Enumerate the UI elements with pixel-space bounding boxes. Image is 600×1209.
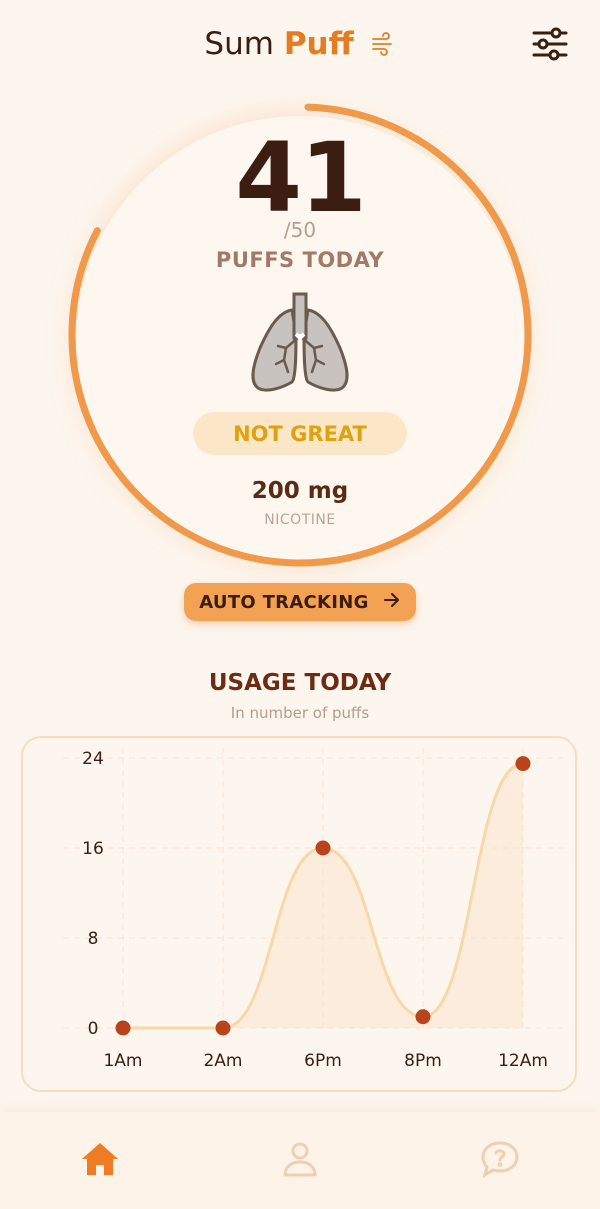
data-point xyxy=(415,1009,431,1025)
nav-help[interactable] xyxy=(480,1139,520,1179)
y-tick-label: 24 xyxy=(82,749,104,769)
wind-icon xyxy=(370,28,396,64)
y-tick-label: 0 xyxy=(88,1019,99,1039)
data-point xyxy=(315,840,331,856)
nav-profile[interactable] xyxy=(280,1139,320,1179)
user-icon xyxy=(283,1142,317,1177)
auto-tracking-label: AUTO TRACKING xyxy=(199,591,369,613)
usage-title: USAGE TODAY xyxy=(208,670,392,696)
data-point xyxy=(115,1020,131,1036)
status-badge: NOT GREAT xyxy=(193,412,407,455)
nicotine-value: 200 mg xyxy=(251,478,349,504)
brand-puff: Puff xyxy=(283,26,354,62)
arrow-right-icon xyxy=(383,592,401,612)
app-header: Sum Puff xyxy=(0,0,600,90)
data-point xyxy=(215,1020,231,1036)
x-tick-label: 1Am xyxy=(103,1051,142,1071)
home-icon xyxy=(82,1143,118,1175)
brand-sum: Sum xyxy=(204,26,274,62)
help-bubble-icon xyxy=(481,1141,519,1179)
x-tick-label: 6Pm xyxy=(304,1051,342,1071)
x-tick-label: 8Pm xyxy=(404,1051,442,1071)
data-point xyxy=(515,756,531,772)
puff-count: 41 xyxy=(235,122,367,234)
nicotine-label: NICOTINE xyxy=(264,512,336,528)
nav-home[interactable] xyxy=(80,1139,120,1179)
sliders-icon xyxy=(532,27,568,61)
usage-subtitle: In number of puffs xyxy=(230,704,370,722)
lungs-icon xyxy=(240,290,360,400)
usage-chart: 0 8 16 24 1Am 2Am 6Pm 8Pm 12Am xyxy=(63,748,563,1071)
settings-button[interactable] xyxy=(530,26,570,62)
x-tick-label: 2Am xyxy=(203,1051,242,1071)
x-tick-label: 12Am xyxy=(498,1051,548,1071)
y-tick-label: 8 xyxy=(88,929,99,949)
usage-chart-card: 0 8 16 24 1Am 2Am 6Pm 8Pm 12Am xyxy=(21,736,577,1092)
app-logo: Sum Puff xyxy=(0,26,600,64)
puffs-today-label: PUFFS TODAY xyxy=(215,248,385,272)
auto-tracking-button[interactable]: AUTO TRACKING xyxy=(184,583,416,621)
puff-limit: /50 xyxy=(283,218,317,242)
y-tick-label: 16 xyxy=(82,839,104,859)
